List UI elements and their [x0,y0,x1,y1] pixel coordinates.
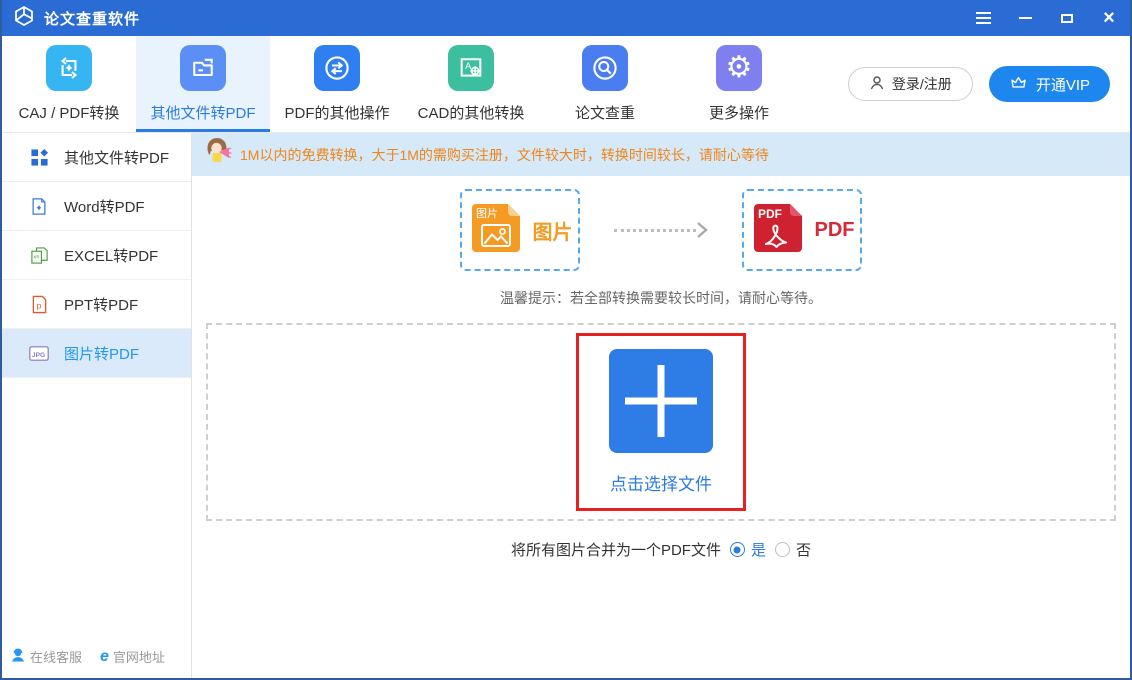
customer-service-icon [10,647,26,666]
sidebar-item-label: PPT转PDF [64,294,138,315]
tab-cad-other-convert[interactable]: A CAD的其他转换 [404,36,538,132]
word-doc-icon [29,196,49,216]
merge-option-row: 将所有图片合并为一个PDF文件 是 否 [192,539,1130,560]
sidebar-item-label: EXCEL转PDF [64,245,158,266]
maximize-button[interactable] [1058,9,1076,27]
tab-caj-pdf-convert[interactable]: CAJ / PDF转换 [2,36,136,132]
svg-text:PDF: PDF [758,207,782,221]
minimize-button[interactable] [1016,9,1034,27]
merge-option-no[interactable]: 否 [775,539,811,560]
svg-text:x≡: x≡ [33,254,40,260]
gear-icon: ⚙ [716,45,762,91]
notice-text: 1M以内的免费转换，大于1M的需购买注册，文件较大时，转换时间较长，请耐心等待 [240,145,769,165]
folder-convert-icon [180,45,226,91]
target-format-card: PDF PDF [742,189,862,271]
sidebar-item-label: Word转PDF [64,196,145,217]
tab-more-actions[interactable]: ⚙ 更多操作 [672,36,806,132]
pdf-file-icon: PDF [750,200,806,261]
tab-pdf-other-ops[interactable]: PDF的其他操作 [270,36,404,132]
notice-mascot-icon [204,136,232,173]
option-label: 是 [751,539,766,560]
cad-convert-icon: A [448,45,494,91]
tab-label: 其他文件转PDF [150,102,255,123]
target-format-label: PDF [815,219,855,242]
svg-text:JPG: JPG [32,351,45,358]
radio-selected-icon[interactable] [730,542,745,557]
vip-label: 开通VIP [1036,74,1090,95]
add-files-button[interactable] [609,349,713,453]
file-dropzone[interactable]: 点击选择文件 [206,323,1116,521]
app-logo-icon [12,4,36,33]
svg-text:图片: 图片 [476,207,498,220]
app-title: 论文查重软件 [44,8,140,29]
grid-squares-icon [29,147,49,167]
menu-icon[interactable] [974,9,992,27]
notice-bar: 1M以内的免费转换，大于1M的需购买注册，文件较大时，转换时间较长，请耐心等待 [192,133,1130,176]
footer-link-label: 官网地址 [113,647,165,666]
tab-label: CAJ / PDF转换 [19,102,120,123]
tab-label: CAD的其他转换 [418,102,525,123]
footer-link-label: 在线客服 [30,647,82,666]
pick-file-label[interactable]: 点击选择文件 [610,470,712,495]
exchange-icon [314,45,360,91]
titlebar: 论文查重软件 × [2,0,1130,36]
source-format-card: 图片 图片 [460,189,580,271]
highlight-box: 点击选择文件 [576,333,746,511]
sidebar-item-image-to-pdf[interactable]: JPG 图片转PDF [2,329,191,378]
sidebar-item-label: 其他文件转PDF [64,147,169,168]
conversion-arrow-icon [614,221,708,239]
tab-other-files-to-pdf[interactable]: 其他文件转PDF [136,36,270,132]
svg-text:p: p [36,300,41,310]
sidebar-footer: 在线客服 e 官网地址 [2,637,191,678]
online-support-link[interactable]: 在线客服 [10,647,82,666]
tab-label: PDF的其他操作 [284,102,389,123]
source-format-label: 图片 [533,216,573,245]
sidebar: 其他文件转PDF Word转PDF x≡ EXCEL转PDF p PPT转PDF [2,133,192,678]
magnifier-icon [582,45,628,91]
jpg-doc-icon: JPG [29,343,49,363]
official-site-link[interactable]: e 官网地址 [100,647,165,666]
sidebar-item-ppt-to-pdf[interactable]: p PPT转PDF [2,280,191,329]
sidebar-item-other-files-to-pdf[interactable]: 其他文件转PDF [2,133,191,182]
sidebar-item-label: 图片转PDF [64,343,139,364]
conversion-illustration: 图片 图片 PDF PDF [192,189,1130,271]
main-content: 1M以内的免费转换，大于1M的需购买注册，文件较大时，转换时间较长，请耐心等待 … [192,133,1130,678]
merge-question-label: 将所有图片合并为一个PDF文件 [511,539,721,560]
ppt-doc-icon: p [29,294,49,314]
sidebar-item-excel-to-pdf[interactable]: x≡ EXCEL转PDF [2,231,191,280]
excel-doc-icon: x≡ [29,245,49,265]
login-label: 登录/注册 [892,74,952,94]
person-icon [869,75,885,94]
close-button[interactable]: × [1100,9,1118,27]
open-vip-button[interactable]: 开通VIP [989,66,1110,102]
crown-icon [1009,73,1028,95]
merge-option-yes[interactable]: 是 [730,539,766,560]
login-register-button[interactable]: 登录/注册 [848,67,973,101]
sidebar-item-word-to-pdf[interactable]: Word转PDF [2,182,191,231]
warm-tip-text: 温馨提示：若全部转换需要较长时间，请耐心等待。 [192,288,1130,308]
tab-paper-check[interactable]: 论文查重 [538,36,672,132]
option-label: 否 [796,539,811,560]
image-file-icon: 图片 [468,200,524,261]
tab-label: 论文查重 [575,102,635,123]
app-window: 论文查重软件 × CAJ / PDF转换 其他文件转PDF PDF的其他 [0,0,1132,680]
radio-unselected-icon[interactable] [775,542,790,557]
tab-label: 更多操作 [709,102,769,123]
browser-e-icon: e [100,649,109,665]
top-navbar: CAJ / PDF转换 其他文件转PDF PDF的其他操作 A CAD的其他转换… [2,36,1130,133]
caj-pdf-convert-icon [46,45,92,91]
